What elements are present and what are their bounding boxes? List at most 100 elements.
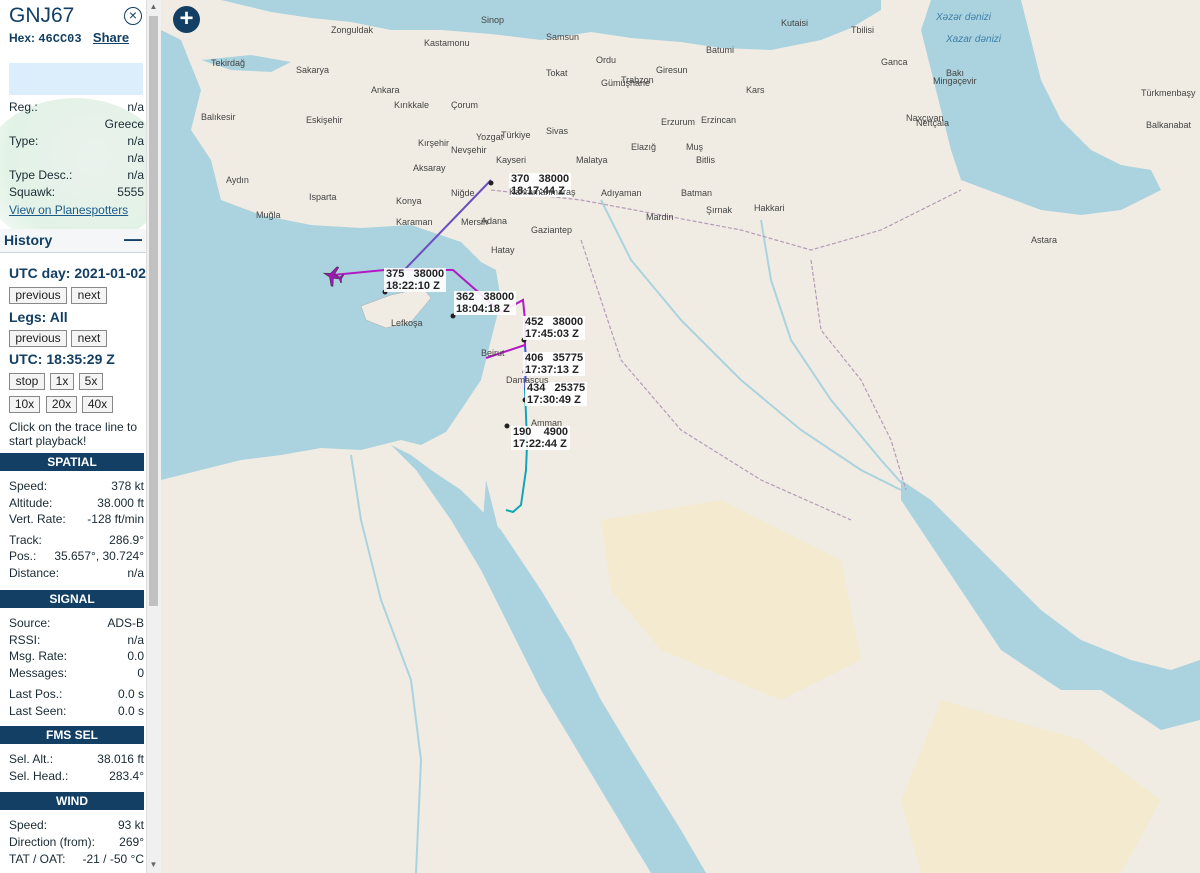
trace-segment xyxy=(505,389,529,514)
place-label: Muğla xyxy=(256,210,281,220)
place-label: Bakı xyxy=(946,68,965,78)
signal-value: 0.0 s xyxy=(117,703,144,718)
map[interactable]: + 370 38000 18:17:44 Z 375 38000 18:22:10 … xyxy=(161,0,1200,873)
place-label: Sakarya xyxy=(296,65,330,75)
signal-row: Source: ADS-B xyxy=(9,616,144,630)
place-label: Yozgat xyxy=(476,132,504,142)
signal-row: Msg. Rate: 0.0 xyxy=(9,649,144,663)
place-label: Tokat xyxy=(546,68,568,78)
history-title: History xyxy=(4,232,53,248)
collapse-icon[interactable]: — xyxy=(124,229,142,250)
signal-label: Messages: xyxy=(9,665,68,680)
place-label: Konya xyxy=(396,196,422,206)
fms-value: 38.016 ft xyxy=(97,752,144,766)
fms-row: Sel. Head.: 283.4° xyxy=(9,769,144,783)
place-label: Isparta xyxy=(309,192,337,202)
caspian-sea xyxy=(921,0,1161,215)
wind-value: 269° xyxy=(119,835,144,849)
place-label: Aksaray xyxy=(413,163,446,173)
leg-previous-button[interactable]: previous xyxy=(9,330,67,347)
place-label: Erzurum xyxy=(661,117,696,127)
place-label: Nevşehir xyxy=(451,145,487,155)
share-link[interactable]: Share xyxy=(93,30,129,45)
speed-40x-button[interactable]: 40x xyxy=(82,396,113,413)
wind-row: TAT / OAT: -21 / -50 °C xyxy=(9,852,144,866)
spatial-row: Track: 286.9° xyxy=(9,533,144,547)
history-header[interactable]: History — xyxy=(0,229,146,253)
country-border xyxy=(580,239,852,521)
signal-label: Last Pos.: xyxy=(9,687,63,701)
place-label: Amman xyxy=(531,418,563,428)
place-label: Astara xyxy=(1031,235,1058,245)
water-label: Xazar dənizi xyxy=(946,34,1002,45)
signal-label: Msg. Rate: xyxy=(9,649,68,663)
spatial-label: Pos.: xyxy=(9,549,37,563)
utc-time: UTC: 18:35:29 Z xyxy=(9,351,115,367)
stop-button[interactable]: stop xyxy=(9,373,45,390)
spatial-row: Speed: 378 kt xyxy=(9,479,144,493)
place-label: Sivas xyxy=(546,126,569,136)
place-label: Hatay xyxy=(491,245,515,255)
spatial-value: n/a xyxy=(127,565,144,580)
track-label-line2: 18:04:18 Z xyxy=(456,303,510,315)
leg-next-button[interactable]: next xyxy=(71,330,107,347)
zoom-in-button[interactable]: + xyxy=(173,6,200,33)
track-label-line1: 406 35775 xyxy=(525,352,584,364)
place-label: Karaman xyxy=(396,217,433,227)
day-next-button[interactable]: next xyxy=(71,287,107,304)
fms-label: Sel. Head.: xyxy=(9,769,69,783)
speed-1x-button[interactable]: 1x xyxy=(50,373,74,390)
planespotters-link[interactable]: View on Planespotters xyxy=(9,203,128,217)
track-label[interactable]: 190 4900 17:22:44 Z xyxy=(511,426,571,450)
track-label[interactable]: 375 38000 18:22:10 Z xyxy=(384,268,447,292)
reg-value: n/a xyxy=(127,100,144,114)
day-previous-button[interactable]: previous xyxy=(9,287,67,304)
signal-value: ADS-B xyxy=(107,616,144,630)
close-icon[interactable]: × xyxy=(124,7,142,25)
scrollbar-thumb[interactable] xyxy=(149,16,158,606)
type-desc-value: n/a xyxy=(127,168,144,182)
scroll-down-arrow-icon[interactable]: ▼ xyxy=(149,860,158,870)
place-label: Lefkoşa xyxy=(391,318,423,328)
speed-5x-button[interactable]: 5x xyxy=(79,373,103,390)
hex-label: Hex: xyxy=(9,31,36,45)
place-label: Beirut xyxy=(481,348,505,358)
place-label: Ordu xyxy=(596,55,617,65)
track-label[interactable]: 434 25375 17:30:49 Z xyxy=(525,382,588,406)
mediterranean-sea xyxy=(161,30,501,480)
legs-label: Legs: All xyxy=(9,309,68,325)
track-label-line1: 375 38000 xyxy=(386,268,445,280)
track-label[interactable]: 406 35775 17:37:13 Z xyxy=(523,352,586,376)
track-label-line2: 17:30:49 Z xyxy=(527,394,581,406)
signal-value: 0.0 s xyxy=(117,687,144,701)
wind-header: WIND xyxy=(0,792,144,810)
squawk-label: Squawk: xyxy=(9,185,56,199)
track-label[interactable]: 452 38000 17:45:03 Z xyxy=(523,316,586,340)
place-label: Şırnak xyxy=(706,205,733,215)
place-label: Adıyaman xyxy=(601,188,642,198)
signal-value: 0.0 xyxy=(127,649,144,663)
reg-label: Reg.: xyxy=(9,100,38,114)
fms-row: Sel. Alt.: 38.016 ft xyxy=(9,752,144,766)
speed-20x-button[interactable]: 20x xyxy=(46,396,77,413)
spatial-row: Altitude: 38.000 ft xyxy=(9,496,144,510)
wind-label: Speed: xyxy=(9,818,48,832)
place-label: Hakkari xyxy=(754,203,785,213)
reg-row: Reg.: n/a xyxy=(9,100,144,114)
hex-line: Hex: 46CC03 Share xyxy=(9,30,129,46)
signal-label: Last Seen: xyxy=(9,703,67,718)
wind-value: 93 kt xyxy=(117,818,144,832)
spatial-value: 38.000 ft xyxy=(97,495,144,510)
place-label: Kayseri xyxy=(496,155,527,165)
scroll-up-arrow-icon[interactable]: ▲ xyxy=(149,2,158,12)
speed-10x-button[interactable]: 10x xyxy=(9,396,40,413)
place-label: Sinop xyxy=(481,15,505,25)
signal-value: n/a xyxy=(127,632,144,647)
fms-label: Sel. Alt.: xyxy=(9,752,54,766)
signal-row: RSSI: n/a xyxy=(9,633,144,647)
track-label-line1: 362 38000 xyxy=(456,291,515,303)
place-label: Kahramanmaraş xyxy=(509,187,576,197)
place-label: Ganca xyxy=(881,57,908,67)
empty-quarter-desert xyxy=(901,700,1161,873)
track-label[interactable]: 362 38000 18:04:18 Z xyxy=(454,291,517,315)
